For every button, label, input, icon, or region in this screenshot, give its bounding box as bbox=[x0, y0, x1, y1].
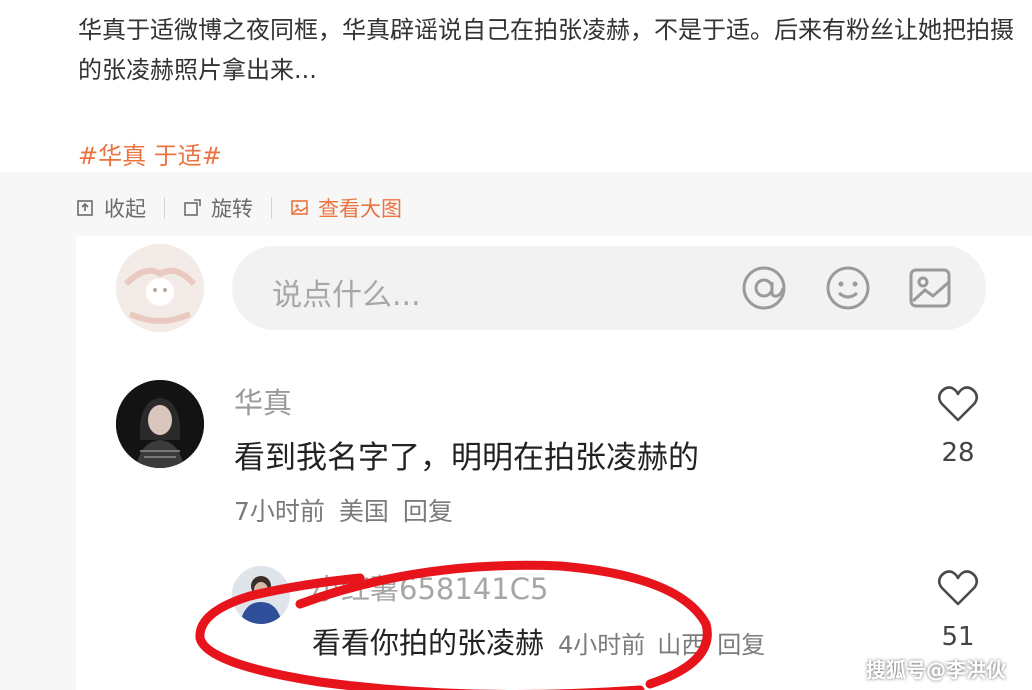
commenter-avatar[interactable] bbox=[116, 380, 204, 468]
comment-author[interactable]: 华真 bbox=[234, 380, 292, 422]
comment-placeholder: 说点什么... bbox=[272, 278, 421, 313]
heart-icon[interactable] bbox=[936, 566, 980, 610]
heart-icon[interactable] bbox=[936, 382, 980, 426]
reply-meta: 4小时前 山西 回复 bbox=[558, 625, 765, 660]
reply-avatar[interactable] bbox=[232, 566, 290, 624]
comment-location: 美国 bbox=[338, 497, 389, 526]
view-large-label: 查看大图 bbox=[318, 197, 402, 221]
rotate-icon bbox=[184, 199, 201, 216]
image-icon bbox=[291, 200, 308, 215]
image-upload-icon[interactable] bbox=[906, 264, 954, 312]
toolbar-divider bbox=[271, 197, 272, 219]
collapse-label: 收起 bbox=[104, 197, 146, 221]
reply-text: 看看你拍的张凌赫 bbox=[312, 626, 545, 660]
mention-icon[interactable] bbox=[740, 264, 788, 312]
like-count: 28 bbox=[941, 438, 975, 468]
rotate-button[interactable]: 旋转 bbox=[183, 193, 253, 223]
comment-time: 7小时前 bbox=[234, 497, 325, 526]
view-large-button[interactable]: 查看大图 bbox=[290, 193, 402, 223]
rotate-label: 旋转 bbox=[211, 197, 253, 221]
emoji-icon[interactable] bbox=[824, 264, 872, 312]
comment-meta: 7小时前 美国 回复 bbox=[234, 492, 453, 528]
toolbar-divider bbox=[164, 197, 165, 219]
user-avatar bbox=[116, 244, 204, 332]
image-toolbar: 收起 旋转 查看大图 bbox=[76, 190, 402, 226]
reply-button[interactable]: 回复 bbox=[403, 492, 453, 528]
reply-location: 山西 bbox=[657, 631, 706, 659]
comment-input[interactable]: 说点什么... bbox=[232, 246, 986, 330]
collapse-button[interactable]: 收起 bbox=[76, 193, 146, 223]
comment-text: 看到我名字了，明明在拍张凌赫的 bbox=[234, 440, 699, 476]
watermark: 搜狐号@李洪伙 bbox=[866, 658, 1006, 682]
post-text: 华真于适微博之夜同框，华真辟谣说自己在拍张凌赫，不是于适。后来有粉丝让她把拍摄的… bbox=[78, 16, 1014, 84]
collapse-icon bbox=[77, 200, 93, 216]
reply-time: 4小时前 bbox=[558, 631, 646, 659]
hashtag-link[interactable]: #华真 于适# bbox=[78, 136, 222, 171]
reply-reply-button[interactable]: 回复 bbox=[717, 625, 765, 660]
reply-row: 看看你拍的张凌赫 4小时前 山西 回复 bbox=[312, 620, 765, 662]
reply-author[interactable]: 小红薯658141C5 bbox=[312, 566, 548, 608]
reply-like-count: 51 bbox=[941, 622, 975, 652]
